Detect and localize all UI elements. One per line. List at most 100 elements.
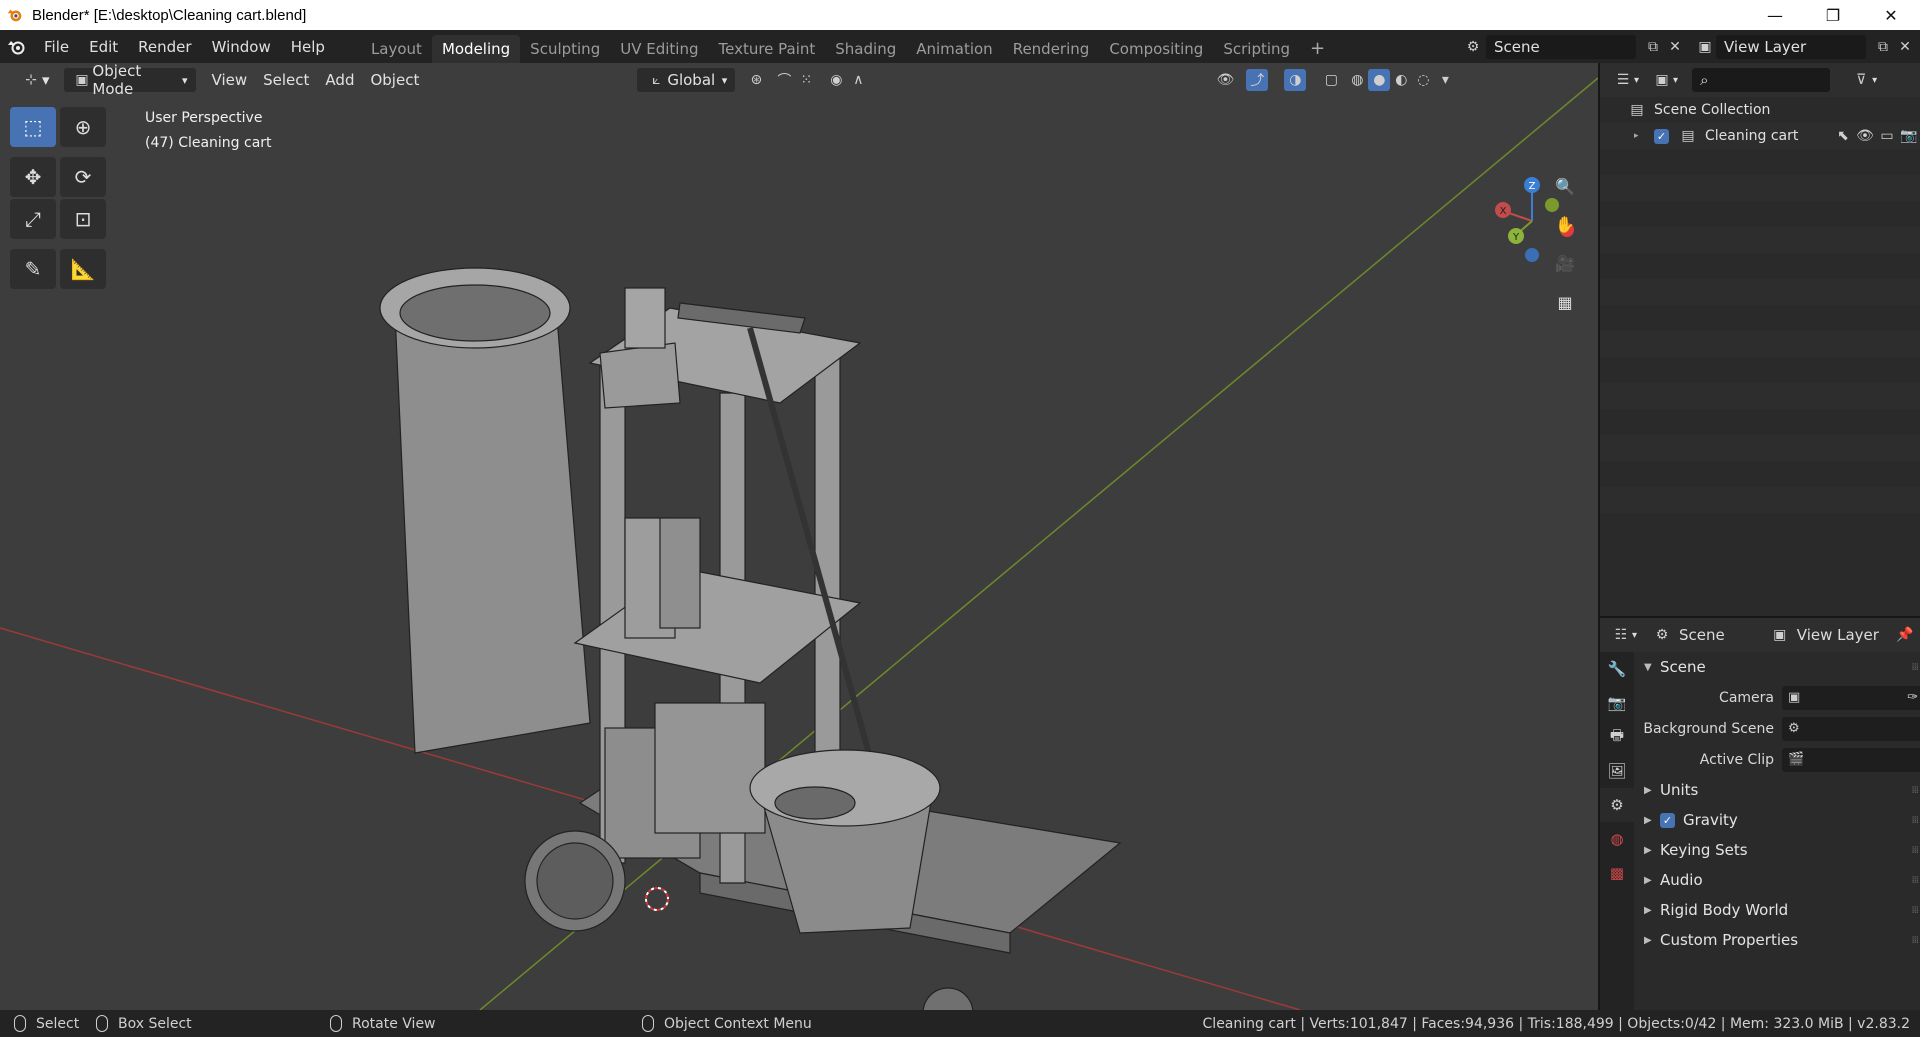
camera-field[interactable]: ▣ ✑ <box>1782 685 1920 710</box>
rendered-shading-icon[interactable]: ◌ <box>1412 69 1434 91</box>
transform-tool[interactable]: ⊡ <box>60 199 106 239</box>
outliner-search-input[interactable]: ⌕ <box>1692 68 1831 92</box>
rotate-tool[interactable]: ⟳ <box>60 157 106 197</box>
menu-file[interactable]: File <box>34 38 79 56</box>
pin-icon[interactable]: 📌 <box>1894 624 1916 646</box>
gravity-checkbox[interactable]: ✓ <box>1660 812 1675 828</box>
menu-window[interactable]: Window <box>202 38 281 56</box>
display-mode-icon[interactable]: ▣ <box>1651 69 1673 91</box>
eye-icon[interactable]: 👁 <box>1854 125 1876 147</box>
tab-animation[interactable]: Animation <box>906 35 1002 63</box>
outliner-editor-icon[interactable]: ☰ <box>1612 69 1634 91</box>
active-clip-field[interactable]: 🎬 <box>1782 747 1920 772</box>
visibility-icon[interactable]: 👁 <box>1214 69 1236 91</box>
scale-tool[interactable]: ⤢ <box>10 199 56 239</box>
viewport-scene[interactable] <box>0 63 1598 1010</box>
scene-icon[interactable]: ⚙ <box>1462 36 1484 58</box>
viewport-menu-add[interactable]: Add <box>317 68 362 92</box>
snap-icon[interactable]: ⌒ <box>773 69 795 91</box>
monitor-icon[interactable]: ▭ <box>1876 125 1898 147</box>
select-box-tool[interactable]: ⬚ <box>10 107 56 147</box>
selectable-icon[interactable]: ⬉ <box>1832 125 1854 147</box>
maximize-button[interactable]: ❐ <box>1804 0 1862 30</box>
eyedropper-icon[interactable]: ✑ <box>1907 690 1918 705</box>
falloff-icon[interactable]: ∧ <box>847 69 869 91</box>
shading-options-icon[interactable]: ▾ <box>1434 69 1456 91</box>
drag-handle-icon[interactable]: ⁞⁞⁞ <box>1911 662 1918 673</box>
new-view-layer-icon[interactable]: ⧉ <box>1872 36 1894 58</box>
tab-rendering[interactable]: Rendering <box>1003 35 1100 63</box>
tool-tab[interactable]: 🔧 <box>1600 652 1634 686</box>
texture-tab[interactable]: ▩ <box>1600 856 1634 890</box>
cursor-tool[interactable]: ⊕ <box>60 107 106 147</box>
close-button[interactable]: ✕ <box>1862 0 1920 30</box>
world-tab[interactable]: ◍ <box>1600 822 1634 856</box>
tab-uv-editing[interactable]: UV Editing <box>610 35 708 63</box>
filter-icon[interactable]: ⊽ <box>1850 69 1872 91</box>
drag-handle-icon[interactable]: ⁞⁞⁞ <box>1911 935 1918 946</box>
editor-type-button[interactable]: ⊹ ▾ <box>12 68 58 92</box>
subsection-keying-sets[interactable]: ▶ Keying Sets ⁞⁞⁞ <box>1634 835 1920 865</box>
tab-compositing[interactable]: Compositing <box>1099 35 1213 63</box>
tab-layout[interactable]: Layout <box>361 35 432 63</box>
scene-tab[interactable]: ⚙ <box>1600 788 1634 822</box>
pivot-point-icon[interactable]: ⊛ <box>745 69 767 91</box>
drag-handle-icon[interactable]: ⁞⁞⁞ <box>1911 845 1918 856</box>
menu-render[interactable]: Render <box>128 38 201 56</box>
proportional-edit-icon[interactable]: ◉ <box>825 69 847 91</box>
drag-handle-icon[interactable]: ⁞⁞⁞ <box>1911 815 1918 826</box>
scene-selector[interactable]: Scene <box>1486 34 1636 59</box>
material-shading-icon[interactable]: ◐ <box>1390 69 1412 91</box>
expand-arrow-icon[interactable]: ▸ <box>1634 131 1648 141</box>
annotate-tool[interactable]: ✎ <box>10 249 56 289</box>
drag-handle-icon[interactable]: ⁞⁞⁞ <box>1911 905 1918 916</box>
background-scene-field[interactable]: ⚙ <box>1782 716 1920 741</box>
output-tab[interactable]: 🖶 <box>1600 720 1634 754</box>
tab-scripting[interactable]: Scripting <box>1213 35 1300 63</box>
mode-selector[interactable]: ▣ Object Mode ▾ <box>63 63 196 98</box>
properties-editor-icon[interactable]: ☷ <box>1610 624 1632 646</box>
move-tool[interactable]: ✥ <box>10 157 56 197</box>
transform-orientation-selector[interactable]: ⟀ Global ▾ <box>637 68 736 92</box>
camera-view-button[interactable]: 🎥 <box>1550 248 1580 278</box>
add-workspace-button[interactable]: + <box>1300 35 1335 63</box>
snap-target-icon[interactable]: ⁙ <box>795 69 817 91</box>
xray-icon[interactable]: ▢ <box>1320 69 1342 91</box>
blender-menu-icon[interactable] <box>0 30 34 63</box>
view-layer-icon[interactable]: ▣ <box>1694 36 1716 58</box>
pan-button[interactable]: ✋ <box>1550 209 1580 239</box>
zoom-button[interactable]: 🔍 <box>1550 171 1580 201</box>
subsection-audio[interactable]: ▶ Audio ⁞⁞⁞ <box>1634 865 1920 895</box>
viewport-menu-view[interactable]: View <box>204 68 256 92</box>
subsection-custom-properties[interactable]: ▶ Custom Properties ⁞⁞⁞ <box>1634 925 1920 955</box>
wireframe-shading-icon[interactable]: ◍ <box>1346 69 1368 91</box>
collection-checkbox[interactable]: ✓ <box>1654 128 1669 144</box>
outliner-scene-collection[interactable]: ▤ Scene Collection <box>1600 97 1920 123</box>
render-camera-icon[interactable]: 📷 <box>1898 125 1920 147</box>
delete-view-layer-icon[interactable]: ✕ <box>1894 36 1916 58</box>
tab-shading[interactable]: Shading <box>825 35 906 63</box>
drag-handle-icon[interactable]: ⁞⁞⁞ <box>1911 875 1918 886</box>
scene-section-header[interactable]: ▼ Scene ⁞⁞⁞ <box>1634 652 1920 682</box>
gizmo-toggle-icon[interactable]: ⤴ <box>1246 69 1269 91</box>
tab-sculpting[interactable]: Sculpting <box>520 35 610 63</box>
render-tab[interactable]: 📷 <box>1600 686 1634 720</box>
view-layer-selector[interactable]: View Layer <box>1716 34 1866 59</box>
outliner-item-cleaning-cart[interactable]: ▸ ✓ ▤ Cleaning cart ⬉ 👁 ▭ 📷 <box>1600 123 1920 149</box>
tab-texture-paint[interactable]: Texture Paint <box>708 35 825 63</box>
solid-shading-icon[interactable]: ● <box>1368 69 1391 91</box>
3d-viewport[interactable]: ⊹ ▾ ▣ Object Mode ▾ View Select Add Object ⟀… <box>0 63 1598 1010</box>
measure-tool[interactable]: 📐 <box>60 249 106 289</box>
drag-handle-icon[interactable]: ⁞⁞⁞ <box>1911 785 1918 796</box>
view-layer-tab[interactable]: 🖼 <box>1600 754 1634 788</box>
overlay-toggle-icon[interactable]: ◑ <box>1284 69 1307 91</box>
perspective-toggle-button[interactable]: ▦ <box>1550 287 1580 317</box>
subsection-gravity[interactable]: ▶ ✓ Gravity ⁞⁞⁞ <box>1634 805 1920 835</box>
tab-modeling[interactable]: Modeling <box>431 35 521 63</box>
new-scene-icon[interactable]: ⧉ <box>1642 36 1664 58</box>
viewport-menu-select[interactable]: Select <box>255 68 317 92</box>
minimize-button[interactable]: — <box>1746 0 1804 30</box>
subsection-rigid-body-world[interactable]: ▶ Rigid Body World ⁞⁞⁞ <box>1634 895 1920 925</box>
viewport-menu-object[interactable]: Object <box>362 68 427 92</box>
menu-help[interactable]: Help <box>281 38 335 56</box>
